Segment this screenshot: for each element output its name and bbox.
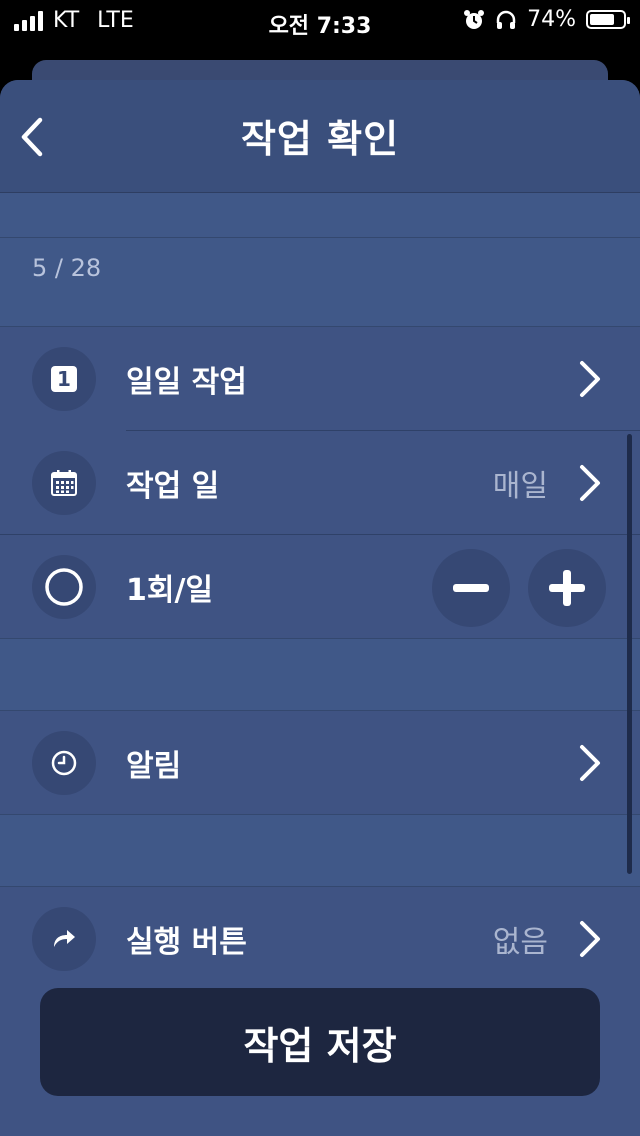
page-title: 작업 확인: [240, 117, 400, 161]
chevron-right-icon: [580, 361, 600, 397]
headphones-icon: [496, 10, 516, 29]
plus-icon: [549, 570, 585, 606]
alarm-icon: [464, 9, 485, 29]
minus-icon: [453, 584, 489, 592]
action-button-row[interactable]: 실행 버튼 없음: [0, 887, 640, 991]
daily-task-label: 일일 작업: [126, 365, 247, 400]
share-arrow-icon: [32, 907, 96, 971]
battery-percent: 74%: [527, 7, 576, 32]
task-days-value: 매일: [492, 469, 548, 504]
chevron-right-icon: [580, 921, 600, 957]
scrollbar[interactable]: [627, 434, 632, 874]
action-button-value: 없음: [492, 925, 548, 960]
circle-icon: [32, 555, 96, 619]
name-field-divider: [0, 237, 640, 238]
task-settings-group: 1 일일 작업 작업 일 매일 1회/일: [0, 326, 640, 639]
action-button-label: 실행 버튼: [126, 925, 247, 960]
save-task-button[interactable]: 작업 저장: [40, 988, 600, 1096]
battery-icon: [586, 10, 630, 29]
frequency-label: 1회/일: [126, 573, 214, 608]
alarm-label: 알림: [126, 749, 182, 784]
daily-task-row[interactable]: 1 일일 작업: [0, 327, 640, 431]
decrement-button[interactable]: [432, 549, 510, 627]
calendar-icon: [32, 451, 96, 515]
calendar-day-number: 1: [57, 367, 71, 391]
alarm-group: 알림: [0, 710, 640, 815]
alarm-row[interactable]: 알림: [0, 711, 640, 815]
clock-icon: [32, 731, 96, 795]
calendar-day-icon: 1: [32, 347, 96, 411]
chevron-right-icon: [580, 465, 600, 501]
increment-button[interactable]: [528, 549, 606, 627]
task-days-row[interactable]: 작업 일 매일: [0, 431, 640, 535]
task-sheet: 작업 확인 5 / 28 1 일일 작업 작업 일 매일 1회/일 알림 실행 …: [0, 80, 640, 1136]
nav-bar: 작업 확인: [0, 80, 640, 193]
frequency-row: 1회/일: [0, 535, 640, 639]
status-bar: KT LTE 오전 7:33 74%: [0, 0, 640, 42]
chevron-right-icon: [580, 745, 600, 781]
task-days-label: 작업 일: [126, 469, 220, 504]
character-counter: 5 / 28: [32, 254, 102, 282]
